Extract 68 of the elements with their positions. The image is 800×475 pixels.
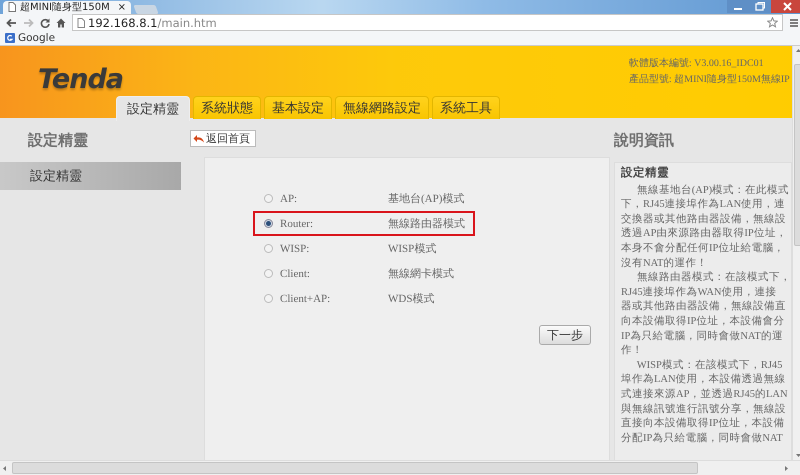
browser-tab[interactable]: 超MINI隨身型150M ×: [3, 0, 131, 14]
help-text-line: 器或其他路由器設備，無線設備直: [621, 300, 786, 314]
restore-icon[interactable]: [748, 0, 771, 13]
mode-description: 基地台(AP)模式: [388, 192, 464, 206]
help-text-line: 交換器或其他路由器設備，無線設: [621, 212, 786, 227]
nav-tab[interactable]: 基本設定: [264, 96, 332, 119]
nav-tab[interactable]: 系統狀態: [193, 96, 261, 119]
menu-icon[interactable]: [788, 18, 799, 28]
tenda-logo: Tenda: [38, 64, 124, 96]
mode-description: 無線路由器模式: [388, 217, 465, 231]
close-icon[interactable]: [770, 0, 800, 13]
back-home-button[interactable]: 返回首頁: [190, 130, 256, 147]
help-title: 說明資訊: [614, 130, 675, 150]
home-icon[interactable]: [56, 18, 66, 28]
help-text-line: 分配IP為只給電腦，同時會做NAT: [621, 432, 783, 446]
minimize-icon[interactable]: [726, 0, 749, 13]
mode-description: WISP模式: [388, 242, 436, 256]
star-icon[interactable]: [766, 17, 778, 28]
reload-icon[interactable]: [40, 18, 50, 28]
help-text-line: IP為只給電腦，同時會做NAT的運: [621, 330, 783, 344]
help-text-line: 無線基地台(AP)模式：在此模式: [636, 184, 790, 198]
tab-title: 超MINI隨身型150M: [20, 0, 111, 14]
help-text-line: 式連接來源AP，並透過RJ45的LAN: [621, 388, 788, 402]
mode-label: Client+AP:: [280, 292, 332, 304]
help-heading: 設定精靈: [621, 166, 670, 181]
sidebar-title: 設定精靈: [26, 130, 89, 150]
mode-description: 無線網卡模式: [388, 267, 454, 281]
radio-button[interactable]: [264, 194, 273, 203]
help-text-line: 與無線訊號進行訊號分享，無線設: [621, 402, 786, 416]
page-icon: [77, 18, 85, 28]
help-text-line: WISP模式：在該模式下，RJ45: [636, 358, 782, 373]
help-text-line: 埠作為LAN使用，本設備透過無線: [621, 373, 786, 388]
help-text-line: 作！: [621, 344, 643, 358]
firmware-version: 軟體版本編號: V3.00.16_IDC01: [628, 56, 764, 71]
radio-button[interactable]: [264, 269, 273, 278]
radio-button[interactable]: [264, 244, 273, 253]
product-model: 產品型號: 超MINI隨身型150M無線IP: [628, 72, 790, 87]
page-icon: [8, 2, 16, 12]
address-bar[interactable]: 192.168.8.1/main.htm: [72, 14, 783, 31]
help-text-line: 無線路由器模式：在該模式下，: [636, 271, 791, 286]
mode-label: WISP:: [280, 242, 310, 254]
forward-arrow-icon: [23, 18, 34, 28]
mode-label: AP:: [280, 192, 298, 204]
help-text-line: 向本設備取得IP位址，本設備會分: [621, 314, 784, 329]
nav-tab[interactable]: 設定精靈: [116, 96, 190, 121]
help-text-line: 透過AP由來源路由器取得IP位址，: [621, 227, 787, 242]
radio-button[interactable]: [264, 219, 273, 228]
url-host: 192.168.8.1: [88, 16, 158, 30]
help-text-line: RJ45連接埠作為WAN使用，連接: [621, 286, 777, 300]
nav-tab[interactable]: 無線網路設定: [335, 96, 429, 119]
nav-tab[interactable]: 系統工具: [432, 96, 500, 119]
help-text-line: 下，RJ45連接埠作為LAN使用，連: [621, 198, 786, 212]
tab-close-button[interactable]: ×: [118, 2, 126, 13]
url-path: /main.htm: [158, 16, 217, 30]
bookmark-icon[interactable]: [5, 33, 15, 44]
back-arrow-icon[interactable]: [6, 18, 17, 28]
next-step-button[interactable]: 下一步: [539, 325, 591, 345]
mode-description: WDS模式: [388, 292, 434, 306]
radio-button[interactable]: [264, 294, 273, 303]
horizontal-scrollbar-thumb[interactable]: [12, 462, 698, 474]
sidebar-item[interactable]: 設定精靈: [0, 162, 181, 190]
help-text-line: 直接向本設備取得IP位址，本設備: [621, 417, 784, 432]
mode-label: Router:: [280, 218, 314, 230]
help-text-line: 本身不會分配任何IP位址給電腦，: [621, 242, 784, 256]
mode-label: Client:: [280, 268, 311, 280]
help-text-line: 沒有NAT的運作！: [621, 256, 708, 271]
bookmark-link[interactable]: Google: [18, 32, 56, 44]
return-arrow-icon: [193, 134, 205, 144]
